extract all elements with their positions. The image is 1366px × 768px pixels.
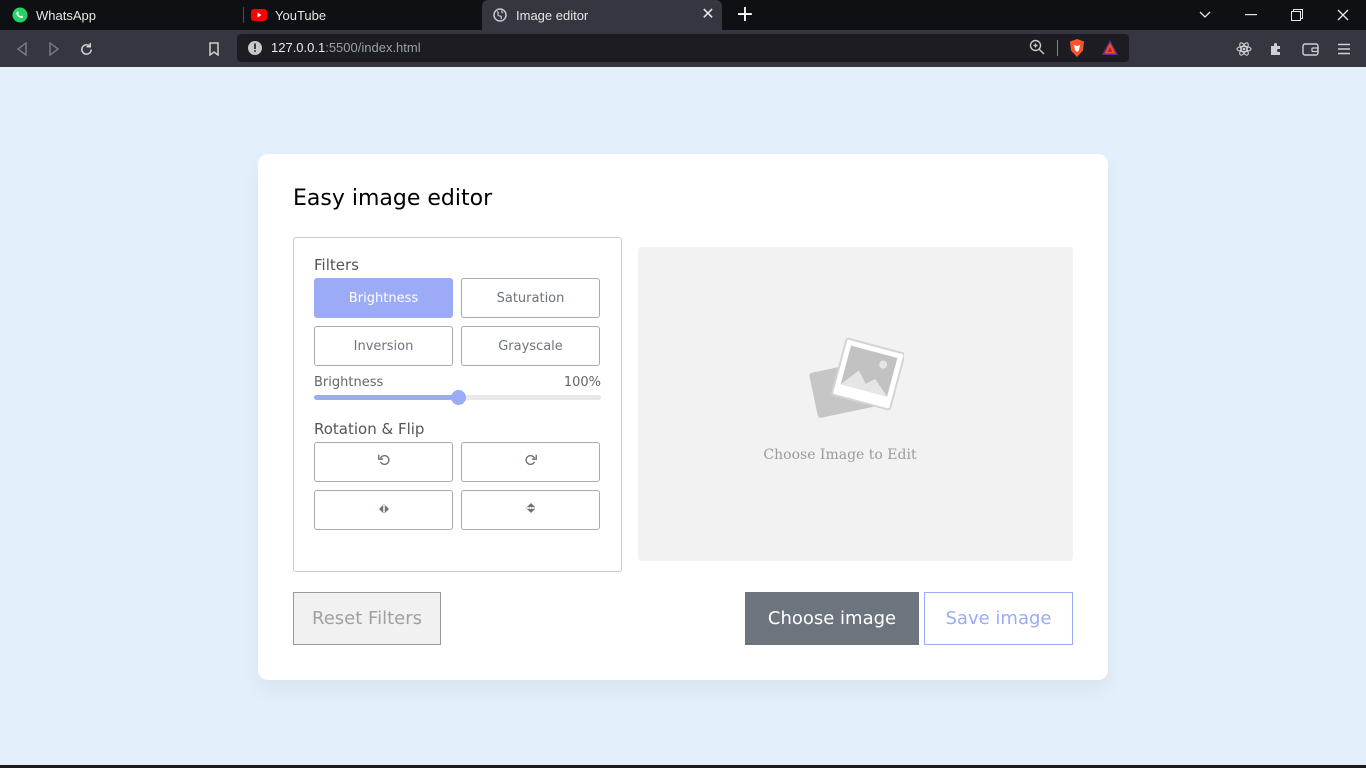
tab-search-chevron-icon[interactable] [1182, 0, 1228, 30]
new-tab-icon[interactable]: + [735, 4, 755, 26]
globe-icon [492, 7, 508, 23]
filters-heading: Filters [314, 256, 359, 274]
preview-placeholder-text: Choose Image to Edit [763, 447, 917, 463]
browser-tab-strip: WhatsApp YouTube Image editor ✕ + [0, 0, 1366, 30]
whatsapp-icon [12, 7, 28, 23]
flip-vertical-icon [525, 502, 536, 518]
image-placeholder-icon [808, 335, 906, 425]
tab-label: YouTube [275, 7, 327, 23]
wallet-icon[interactable] [1300, 39, 1320, 59]
tab-youtube[interactable]: YouTube [251, 0, 479, 30]
browser-toolbar: 127.0.0.1:5500/index.html [0, 30, 1366, 67]
flip-horizontal-button[interactable] [314, 490, 453, 530]
react-devtools-icon[interactable] [1234, 39, 1254, 59]
url-host: 127.0.0.1 [271, 40, 326, 55]
youtube-icon [251, 7, 267, 23]
window-close-icon[interactable] [1320, 0, 1366, 30]
flip-vertical-button[interactable] [461, 490, 600, 530]
divider [1057, 40, 1058, 56]
filter-saturation-button[interactable]: Saturation [461, 278, 600, 318]
editor-controls-panel: Filters Brightness Saturation Inversion … [293, 237, 622, 572]
page-title: Easy image editor [293, 186, 493, 211]
back-icon[interactable] [12, 39, 32, 59]
filter-brightness-button[interactable]: Brightness [314, 278, 453, 318]
editor-card: Easy image editor Filters Brightness Sat… [258, 154, 1108, 680]
slider-thumb[interactable] [450, 390, 466, 405]
rotate-right-button[interactable] [461, 442, 600, 482]
tab-whatsapp[interactable]: WhatsApp [12, 0, 240, 30]
tab-separator [243, 7, 244, 23]
rotation-heading: Rotation & Flip [314, 420, 425, 438]
brave-rewards-icon[interactable] [1101, 39, 1119, 57]
slider-fill [314, 395, 458, 400]
forward-icon[interactable] [44, 39, 64, 59]
brightness-slider[interactable] [314, 390, 601, 405]
restore-icon[interactable] [1274, 0, 1320, 30]
reset-filters-button[interactable]: Reset Filters [293, 592, 441, 645]
extensions-icon[interactable] [1266, 39, 1286, 59]
bookmark-icon[interactable] [204, 39, 224, 59]
flip-horizontal-icon [378, 503, 390, 518]
address-bar[interactable]: 127.0.0.1:5500/index.html [237, 34, 1129, 62]
tab-image-editor[interactable]: Image editor ✕ [482, 0, 722, 30]
tab-label: WhatsApp [36, 7, 96, 23]
zoom-icon[interactable] [1029, 39, 1047, 57]
slider-label: Brightness [314, 375, 384, 390]
choose-image-button[interactable]: Choose image [745, 592, 919, 645]
reload-icon[interactable] [76, 39, 96, 59]
rotate-right-icon [524, 453, 538, 471]
url-text: 127.0.0.1:5500/index.html [271, 40, 421, 55]
menu-icon[interactable] [1334, 39, 1354, 59]
info-icon[interactable] [247, 40, 263, 56]
brave-shields-icon[interactable] [1068, 38, 1086, 58]
close-icon[interactable]: ✕ [700, 7, 716, 23]
image-preview-area: Choose Image to Edit [638, 247, 1073, 561]
slider-info: Brightness 100% [314, 375, 601, 390]
minimize-icon[interactable] [1228, 0, 1274, 30]
rotate-left-icon [377, 453, 391, 471]
slider-value: 100% [563, 375, 601, 390]
filter-grayscale-button[interactable]: Grayscale [461, 326, 600, 366]
filter-inversion-button[interactable]: Inversion [314, 326, 453, 366]
tab-label: Image editor [516, 7, 589, 23]
rotate-left-button[interactable] [314, 442, 453, 482]
save-image-button[interactable]: Save image [924, 592, 1073, 645]
url-path: :5500/index.html [325, 40, 421, 55]
